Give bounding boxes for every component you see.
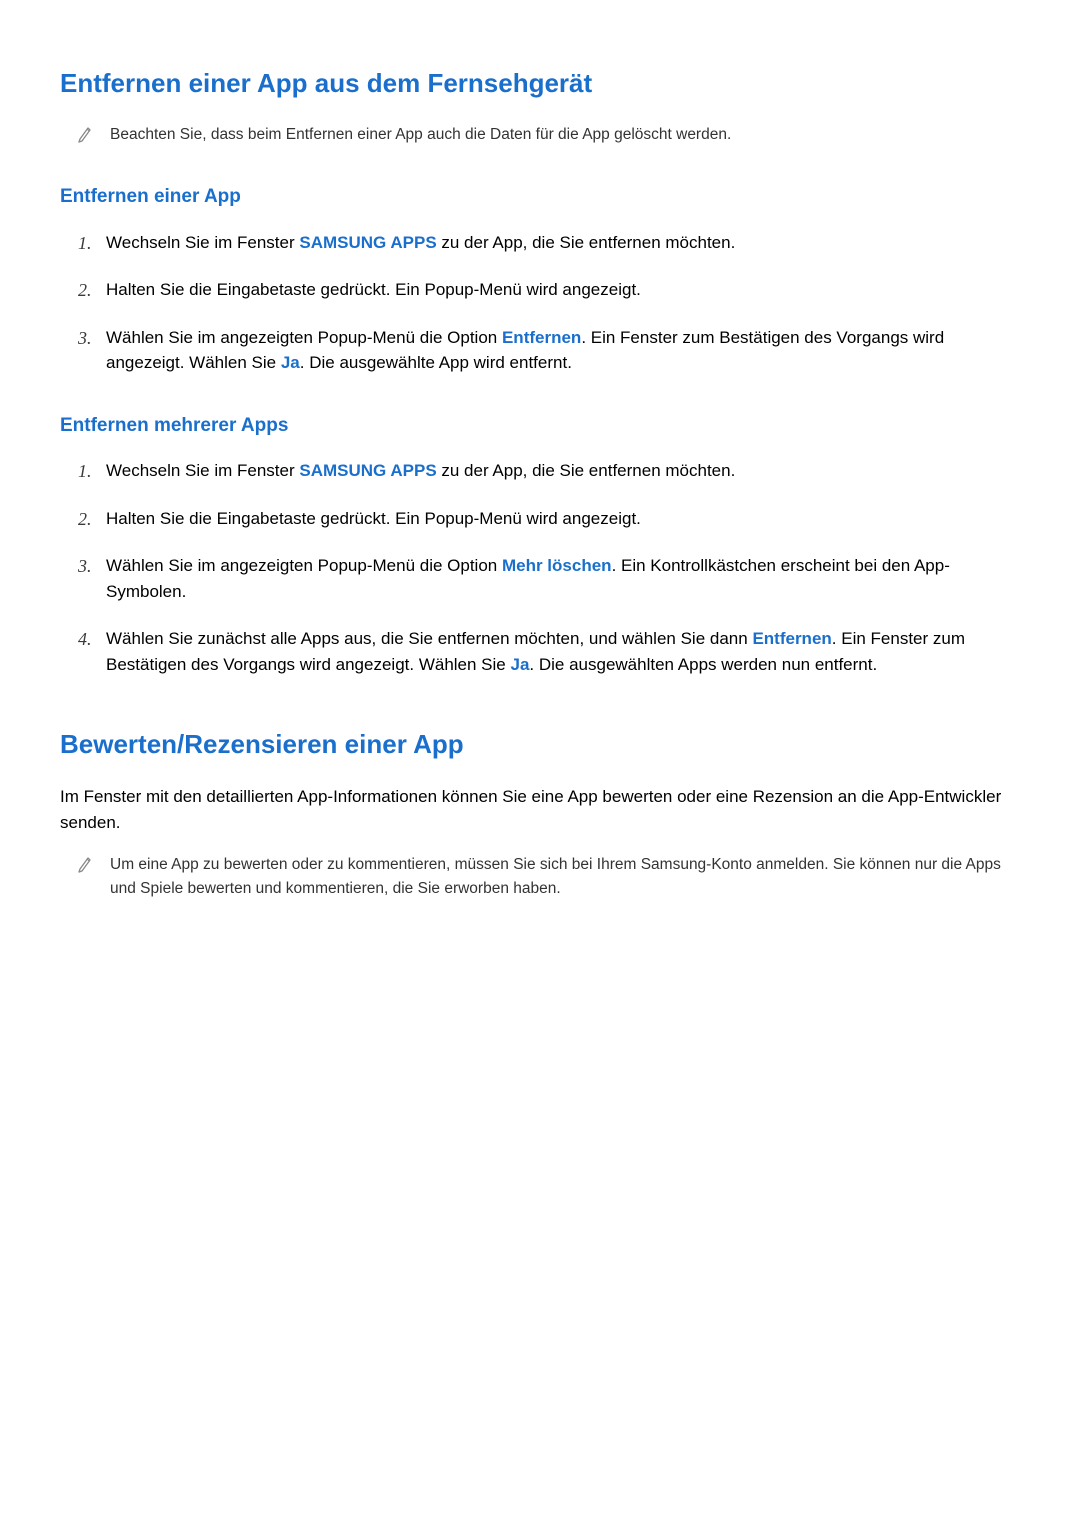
- text-fragment: zu der App, die Sie entfernen möchten.: [437, 461, 736, 480]
- text-fragment: Wechseln Sie im Fenster: [106, 233, 299, 252]
- list-item: Wählen Sie zunächst alle Apps aus, die S…: [78, 626, 1020, 677]
- subsection-title-remove-one: Entfernen einer App: [60, 183, 1020, 212]
- ui-term-entfernen: Entfernen: [752, 629, 831, 648]
- text-fragment: Wechseln Sie im Fenster: [106, 461, 299, 480]
- text-fragment: Wählen Sie im angezeigten Popup-Menü die…: [106, 328, 502, 347]
- list-item: Halten Sie die Eingabetaste gedrückt. Ei…: [78, 506, 1020, 532]
- list-item: Wählen Sie im angezeigten Popup-Menü die…: [78, 553, 1020, 604]
- ui-term-mehr-loeschen: Mehr löschen: [502, 556, 612, 575]
- step-text: Wechseln Sie im Fenster SAMSUNG APPS zu …: [106, 461, 735, 480]
- step-text: Halten Sie die Eingabetaste gedrückt. Ei…: [106, 280, 641, 299]
- intro-text-rate: Im Fenster mit den detaillierten App-Inf…: [60, 784, 1020, 835]
- section-title-rate-app: Bewerten/Rezensieren einer App: [60, 725, 1020, 764]
- pencil-note-icon: [78, 125, 92, 143]
- text-fragment: . Die ausgewählten Apps werden nun entfe…: [529, 655, 877, 674]
- section-title-remove-app: Entfernen einer App aus dem Fernsehgerät: [60, 64, 1020, 103]
- steps-remove-one: Wechseln Sie im Fenster SAMSUNG APPS zu …: [78, 230, 1020, 376]
- step-text: Wechseln Sie im Fenster SAMSUNG APPS zu …: [106, 233, 735, 252]
- text-fragment: Wählen Sie zunächst alle Apps aus, die S…: [106, 629, 752, 648]
- list-item: Wählen Sie im angezeigten Popup-Menü die…: [78, 325, 1020, 376]
- subsection-title-remove-many: Entfernen mehrerer Apps: [60, 412, 1020, 441]
- step-text: Wählen Sie zunächst alle Apps aus, die S…: [106, 629, 965, 674]
- list-item: Wechseln Sie im Fenster SAMSUNG APPS zu …: [78, 458, 1020, 484]
- steps-remove-many: Wechseln Sie im Fenster SAMSUNG APPS zu …: [78, 458, 1020, 677]
- text-fragment: . Die ausgewählte App wird entfernt.: [300, 353, 572, 372]
- list-item: Halten Sie die Eingabetaste gedrückt. Ei…: [78, 277, 1020, 303]
- step-text: Wählen Sie im angezeigten Popup-Menü die…: [106, 328, 944, 373]
- pencil-note-icon: [78, 855, 92, 873]
- step-text: Halten Sie die Eingabetaste gedrückt. Ei…: [106, 509, 641, 528]
- note-block-1: Beachten Sie, dass beim Entfernen einer …: [78, 123, 1020, 147]
- ui-term-samsung-apps: SAMSUNG APPS: [299, 461, 436, 480]
- text-fragment: Wählen Sie im angezeigten Popup-Menü die…: [106, 556, 502, 575]
- ui-term-entfernen: Entfernen: [502, 328, 581, 347]
- note-block-2: Um eine App zu bewerten oder zu kommenti…: [78, 853, 1020, 901]
- step-text: Wählen Sie im angezeigten Popup-Menü die…: [106, 556, 950, 601]
- ui-term-ja: Ja: [281, 353, 300, 372]
- text-fragment: zu der App, die Sie entfernen möchten.: [437, 233, 736, 252]
- ui-term-ja: Ja: [510, 655, 529, 674]
- ui-term-samsung-apps: SAMSUNG APPS: [299, 233, 436, 252]
- note-text-1: Beachten Sie, dass beim Entfernen einer …: [110, 123, 731, 147]
- list-item: Wechseln Sie im Fenster SAMSUNG APPS zu …: [78, 230, 1020, 256]
- note-text-2: Um eine App zu bewerten oder zu kommenti…: [110, 853, 1020, 901]
